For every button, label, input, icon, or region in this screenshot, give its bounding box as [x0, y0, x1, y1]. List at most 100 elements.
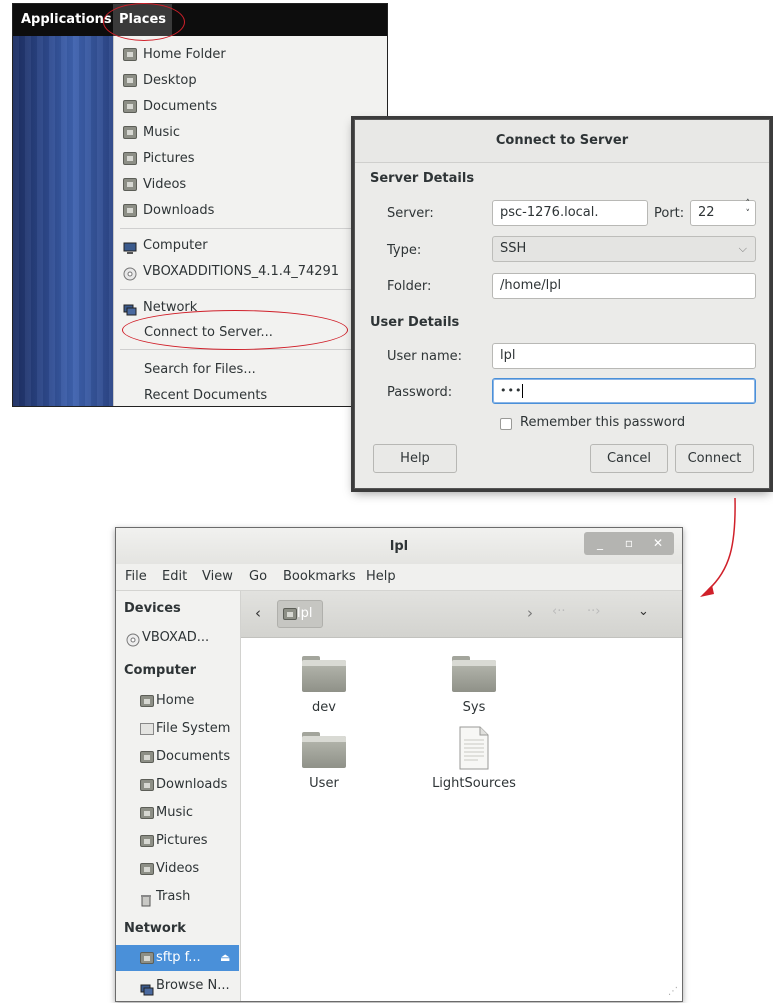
- path-label: lpl: [297, 606, 313, 621]
- menu-item-recent-documents[interactable]: Recent Documents: [114, 383, 384, 406]
- desktop-wallpaper: [13, 36, 113, 406]
- menu-go[interactable]: Go: [249, 564, 267, 590]
- menu-edit[interactable]: Edit: [162, 564, 187, 590]
- eject-icon[interactable]: ⏏: [220, 945, 230, 971]
- places-menu: Home Folder Desktop Documents Music Pict…: [113, 36, 387, 406]
- menu-bookmarks[interactable]: Bookmarks: [283, 564, 356, 590]
- folder-icon: [302, 656, 346, 692]
- sidebar-item-label: Videos: [156, 861, 200, 876]
- sidebar-item-label: Browse N...: [156, 978, 230, 993]
- menu-item-search-for-files[interactable]: Search for Files...: [114, 357, 384, 383]
- menu-item-label: Documents: [143, 99, 218, 114]
- sidebar-item-label: Music: [156, 805, 193, 820]
- computer-icon: [123, 239, 137, 254]
- resize-grip-icon[interactable]: ⋰: [668, 986, 678, 997]
- menu-item-documents[interactable]: Documents: [114, 94, 384, 120]
- menu-item-label: Search for Files...: [144, 362, 256, 377]
- menu-item-label: Desktop: [143, 73, 197, 88]
- minimize-icon[interactable]: _: [586, 532, 614, 555]
- file-manager-window: lpl _ ▫ ✕ File Edit View Go Bookmarks He…: [115, 527, 683, 1002]
- folder-input[interactable]: /home/lpl: [492, 273, 756, 299]
- chevron-down-icon[interactable]: ⌄: [638, 604, 649, 619]
- menu-item-label: Pictures: [143, 151, 195, 166]
- sidebar-item-vboxadditions[interactable]: VBOXAD...: [116, 625, 239, 651]
- user-details-header: User Details: [370, 315, 460, 330]
- maximize-icon[interactable]: ▫: [615, 532, 643, 555]
- home-folder-icon: [140, 695, 154, 707]
- sidebar-item-browse-network[interactable]: Browse N...: [116, 973, 239, 999]
- password-input[interactable]: •••: [492, 378, 756, 404]
- desktop-folder-icon: [123, 74, 137, 87]
- folder-icon: [302, 732, 346, 768]
- item-label: LightSources: [432, 776, 516, 791]
- username-input[interactable]: lpl: [492, 343, 756, 369]
- folder-icon: [283, 608, 297, 620]
- menu-file[interactable]: File: [125, 564, 147, 590]
- sidebar-item-downloads[interactable]: Downloads: [116, 772, 239, 798]
- server-input[interactable]: psc-1276.local.: [492, 200, 648, 226]
- folder-label: Folder:: [387, 279, 432, 294]
- network-icon: [123, 301, 137, 316]
- folder-item-user[interactable]: User: [241, 726, 406, 796]
- top-panel: Applications Places: [13, 4, 387, 36]
- menu-item-vboxadditions[interactable]: VBOXADDITIONS_4.1.4_74291: [114, 259, 384, 285]
- menu-item-label: VBOXADDITIONS_4.1.4_74291: [143, 264, 340, 279]
- menu-separator: [120, 289, 354, 290]
- menu-item-desktop[interactable]: Desktop: [114, 68, 384, 94]
- sidebar-item-label: VBOXAD...: [142, 630, 210, 645]
- help-button[interactable]: Help: [373, 444, 457, 473]
- menu-item-downloads[interactable]: Downloads: [114, 198, 384, 224]
- path-button-lpl[interactable]: lpl: [277, 600, 323, 628]
- sidebar-item-videos[interactable]: Videos: [116, 856, 239, 882]
- trash-icon: [140, 891, 154, 907]
- nav-back-icon[interactable]: ‹··: [552, 604, 565, 619]
- nav-forward-icon[interactable]: ··›: [587, 604, 600, 619]
- text-file-icon: [459, 726, 489, 770]
- sidebar-item-home[interactable]: Home: [116, 688, 239, 714]
- menu-item-computer[interactable]: Computer: [114, 233, 384, 259]
- menu-item-videos[interactable]: Videos: [114, 172, 384, 198]
- menu-view[interactable]: View: [202, 564, 233, 590]
- pictures-folder-icon: [123, 152, 137, 165]
- file-view: dev Sys User LightSources: [241, 638, 682, 1001]
- type-label: Type:: [387, 243, 422, 258]
- annotation-oval-places: [103, 3, 185, 41]
- connect-to-server-dialog: Connect to Server Server Details Server:…: [354, 119, 770, 489]
- dialog-title: Connect to Server: [355, 120, 769, 163]
- sidebar-header-devices: Devices: [124, 601, 181, 616]
- type-select[interactable]: SSH ⌵: [492, 236, 756, 262]
- sidebar-item-music[interactable]: Music: [116, 800, 239, 826]
- item-label: User: [309, 776, 339, 791]
- spinner-arrows-icon[interactable]: ˄ ˅: [746, 199, 751, 219]
- menu-item-music[interactable]: Music: [114, 120, 384, 146]
- close-icon[interactable]: ✕: [644, 532, 672, 555]
- folder-item-sys[interactable]: Sys: [391, 650, 556, 720]
- folder-icon: [452, 656, 496, 692]
- connect-button[interactable]: Connect: [675, 444, 754, 473]
- sidebar-item-file-system[interactable]: File System: [116, 716, 239, 742]
- videos-folder-icon: [123, 178, 137, 191]
- music-folder-icon: [140, 807, 154, 819]
- sidebar-item-trash[interactable]: Trash: [116, 884, 239, 910]
- remember-password-label: Remember this password: [520, 415, 686, 430]
- item-label: Sys: [462, 700, 486, 715]
- file-item-lightsources[interactable]: LightSources: [391, 726, 556, 796]
- port-label: Port:: [654, 206, 685, 221]
- forward-arrow-icon[interactable]: ›: [527, 604, 533, 622]
- sidebar-item-label: File System: [156, 721, 231, 736]
- back-arrow-icon[interactable]: ‹: [255, 604, 261, 622]
- network-folder-icon: [140, 952, 154, 964]
- menu-help[interactable]: Help: [366, 564, 396, 590]
- menu-item-pictures[interactable]: Pictures: [114, 146, 384, 172]
- port-spinner[interactable]: 22 ˄ ˅: [690, 199, 756, 226]
- downloads-folder-icon: [123, 204, 137, 217]
- cancel-button[interactable]: Cancel: [590, 444, 668, 473]
- sidebar-item-documents[interactable]: Documents: [116, 744, 239, 770]
- menu-item-home-folder[interactable]: Home Folder: [114, 42, 384, 68]
- sidebar-item-sftp[interactable]: sftp f... ⏏: [116, 945, 239, 971]
- folder-item-dev[interactable]: dev: [241, 650, 406, 720]
- port-value: 22: [698, 205, 715, 220]
- sidebar-item-pictures[interactable]: Pictures: [116, 828, 239, 854]
- remember-password-checkbox[interactable]: [500, 418, 512, 430]
- annotation-oval-connect: [122, 310, 348, 350]
